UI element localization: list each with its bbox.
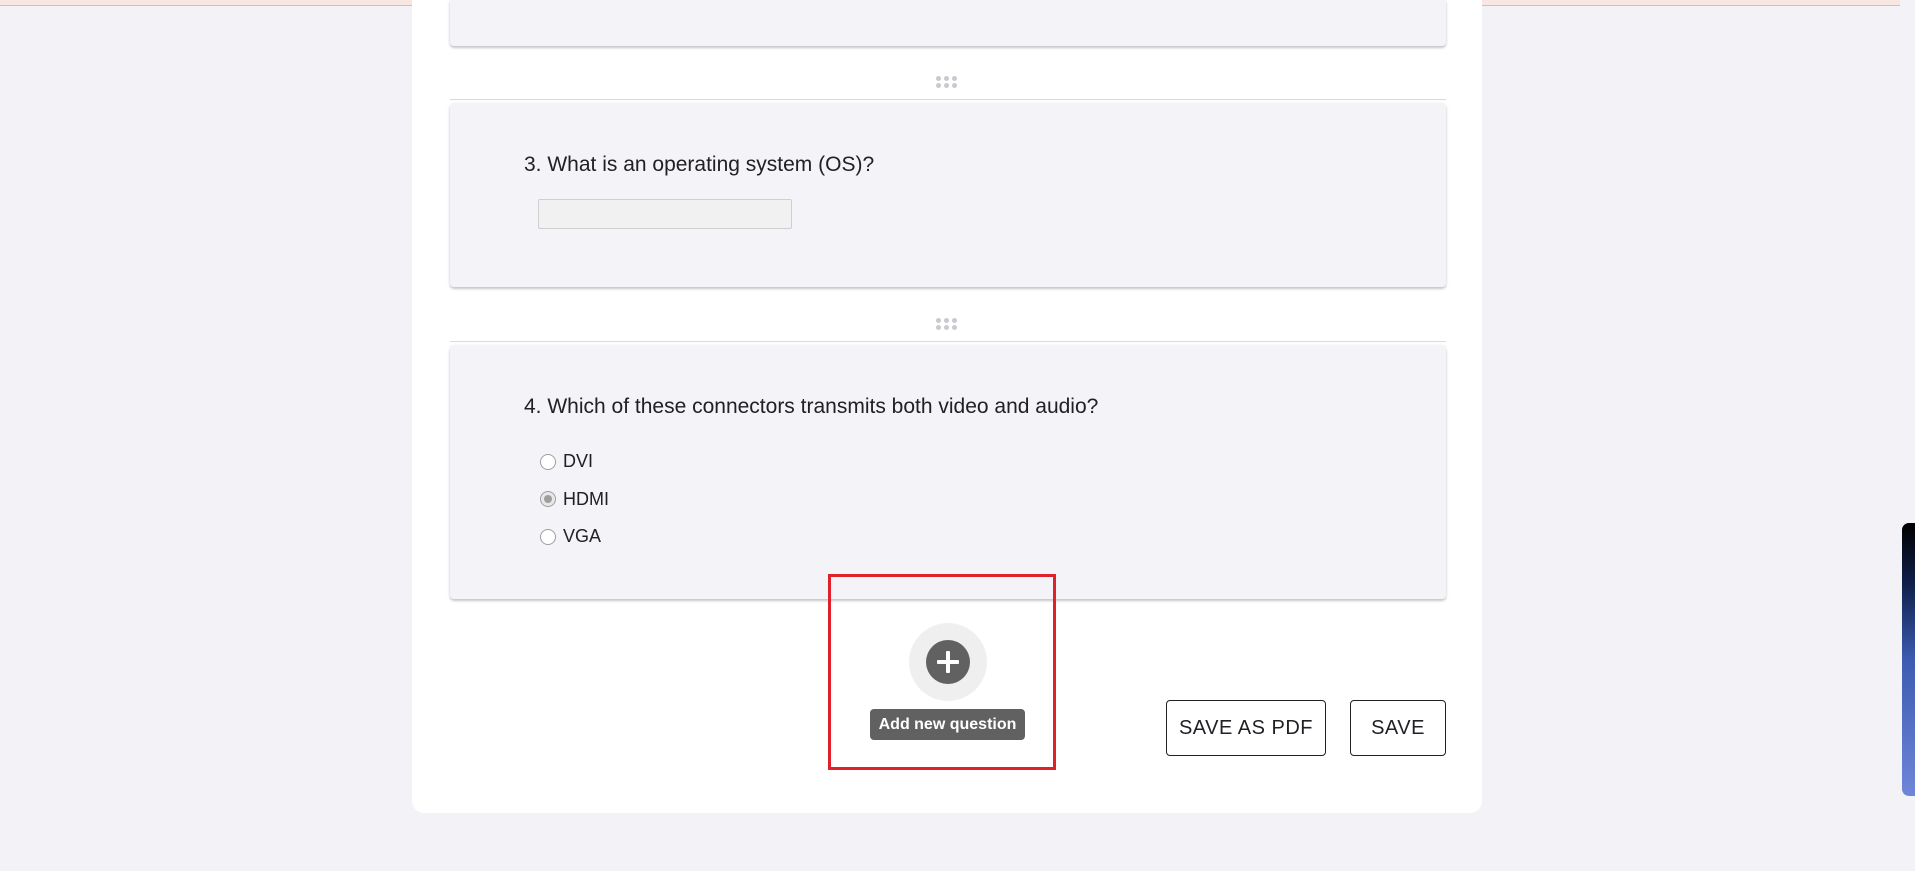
add-question-tooltip: Add new question xyxy=(870,709,1025,740)
divider xyxy=(450,341,1446,342)
drag-handle-area[interactable] xyxy=(450,302,1446,342)
drag-handle-icon[interactable] xyxy=(936,76,960,90)
question-card-4[interactable]: 4. Which of these connectors transmits b… xyxy=(450,345,1446,599)
scrollbar-thumb[interactable] xyxy=(1902,523,1915,796)
drag-handle-area[interactable] xyxy=(450,60,1446,100)
save-as-pdf-button[interactable]: SAVE AS PDF xyxy=(1166,700,1326,756)
option-dvi[interactable]: DVI xyxy=(540,443,609,481)
divider xyxy=(450,99,1446,100)
radio-group: DVI HDMI VGA xyxy=(540,443,609,556)
drag-handle-icon[interactable] xyxy=(936,318,960,332)
option-label: HDMI xyxy=(563,488,609,509)
question-card-3[interactable]: 3. What is an operating system (OS)? xyxy=(450,103,1446,287)
radio-button[interactable] xyxy=(540,528,556,545)
option-hdmi[interactable]: HDMI xyxy=(540,481,609,519)
option-label: DVI xyxy=(563,451,594,472)
previous-question-card xyxy=(450,0,1446,46)
save-button[interactable]: SAVE xyxy=(1350,700,1446,756)
radio-button[interactable] xyxy=(540,453,556,470)
question-title: 4. Which of these connectors transmits b… xyxy=(524,395,1099,418)
answer-input[interactable] xyxy=(538,199,792,229)
add-question-button[interactable] xyxy=(909,623,987,701)
option-label: VGA xyxy=(563,526,602,547)
option-vga[interactable]: VGA xyxy=(540,518,609,556)
plus-circle-icon xyxy=(926,640,970,684)
question-title: 3. What is an operating system (OS)? xyxy=(524,153,875,176)
radio-button[interactable] xyxy=(540,491,556,508)
